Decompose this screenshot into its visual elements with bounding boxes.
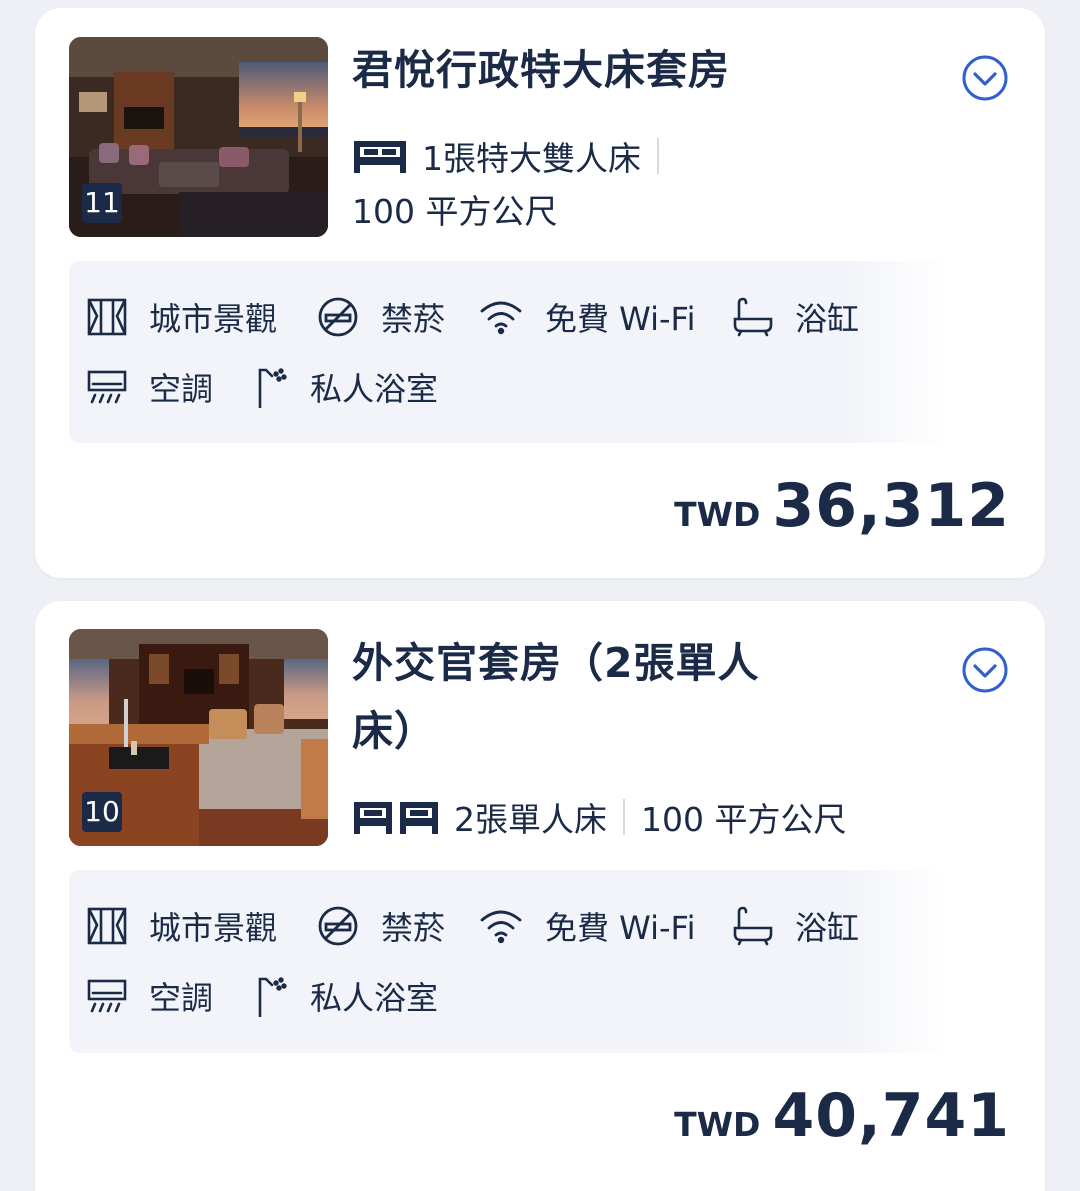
room-photo[interactable]: 10 [69, 629, 328, 846]
amenity-label: 城市景觀 [149, 300, 278, 338]
room-size: 100 平方公尺 [352, 192, 558, 231]
bed-info: 1張特大雙人床 [352, 134, 675, 178]
amenities-panel: 城市景觀 禁菸 免費 Wi-Fi 浴缸 空調 私人浴室 [69, 870, 949, 1053]
photo-count-badge: 11 [82, 183, 122, 223]
bathtub-icon [733, 297, 773, 337]
amenity-label: 空調 [149, 370, 214, 408]
amenity-private-bathroom: 私人浴室 [254, 974, 438, 1018]
amenity-label: 私人浴室 [310, 370, 439, 408]
amenity-wifi: 免費 Wi-Fi [479, 904, 696, 948]
room-card[interactable]: 10 外交官套房（2張單人床） 2張單人床 100 平方公尺 城市景觀 禁菸 免… [35, 601, 1045, 1191]
amenity-no-smoking: 禁菸 [317, 904, 445, 948]
photo-count-badge: 10 [82, 792, 122, 832]
wifi-icon [480, 910, 522, 944]
amenity-air-conditioning: 空調 [87, 365, 213, 409]
amenity-label: 浴缸 [795, 909, 860, 947]
amenity-private-bathroom: 私人浴室 [254, 365, 438, 409]
divider [623, 799, 625, 835]
amenity-label: 免費 Wi-Fi [545, 300, 696, 338]
shower-icon [258, 977, 287, 1017]
amenity-no-smoking: 禁菸 [317, 295, 445, 339]
room-photo[interactable]: 11 [69, 37, 328, 237]
amenity-label: 禁菸 [381, 300, 446, 338]
amenity-city-view: 城市景觀 [87, 904, 277, 948]
no-smoking-icon [318, 297, 358, 337]
amenity-wifi: 免費 Wi-Fi [479, 295, 696, 339]
no-smoking-icon [318, 906, 358, 946]
bed-info: 2張單人床 100 平方公尺 [352, 795, 846, 839]
price-amount: 40,741 [772, 1081, 1010, 1151]
air-conditioner-icon [87, 979, 127, 1013]
wifi-icon [480, 301, 522, 335]
room-size: 100 平方公尺 [641, 800, 847, 839]
bed-icon [354, 141, 406, 173]
air-conditioner-icon [87, 370, 127, 404]
bed-type: 2張單人床 [454, 800, 607, 839]
room-title[interactable]: 君悅行政特大床套房 [352, 42, 730, 98]
price-currency: TWD [674, 495, 761, 534]
city-view-icon [87, 907, 127, 945]
amenity-bathtub: 浴缸 [733, 295, 859, 339]
city-view-icon [87, 298, 127, 336]
amenity-label: 私人浴室 [310, 979, 439, 1017]
room-card[interactable]: 11 君悅行政特大床套房 1張特大雙人床 100 平方公尺 城市景觀 禁菸 免費… [35, 8, 1045, 578]
bathtub-icon [733, 906, 773, 946]
amenity-label: 免費 Wi-Fi [545, 909, 696, 947]
divider [657, 138, 659, 174]
room-price[interactable]: TWD 36,312 [674, 471, 1010, 541]
shower-icon [258, 368, 287, 408]
price-amount: 36,312 [772, 471, 1010, 541]
bed-type: 1張特大雙人床 [422, 139, 641, 178]
amenity-air-conditioning: 空調 [87, 974, 213, 1018]
room-title[interactable]: 外交官套房（2張單人床） [352, 629, 792, 765]
amenity-city-view: 城市景觀 [87, 295, 277, 339]
chevron-down-circle-icon[interactable] [961, 54, 1009, 102]
amenity-label: 空調 [149, 979, 214, 1017]
price-currency: TWD [674, 1105, 761, 1144]
twin-beds-icon [354, 802, 438, 834]
room-price[interactable]: TWD 40,741 [674, 1081, 1010, 1151]
amenities-panel: 城市景觀 禁菸 免費 Wi-Fi 浴缸 空調 私人浴室 [69, 261, 949, 443]
amenity-label: 浴缸 [795, 300, 860, 338]
amenity-label: 城市景觀 [149, 909, 278, 947]
chevron-down-circle-icon[interactable] [961, 646, 1009, 694]
amenity-bathtub: 浴缸 [733, 904, 859, 948]
amenity-label: 禁菸 [381, 909, 446, 947]
